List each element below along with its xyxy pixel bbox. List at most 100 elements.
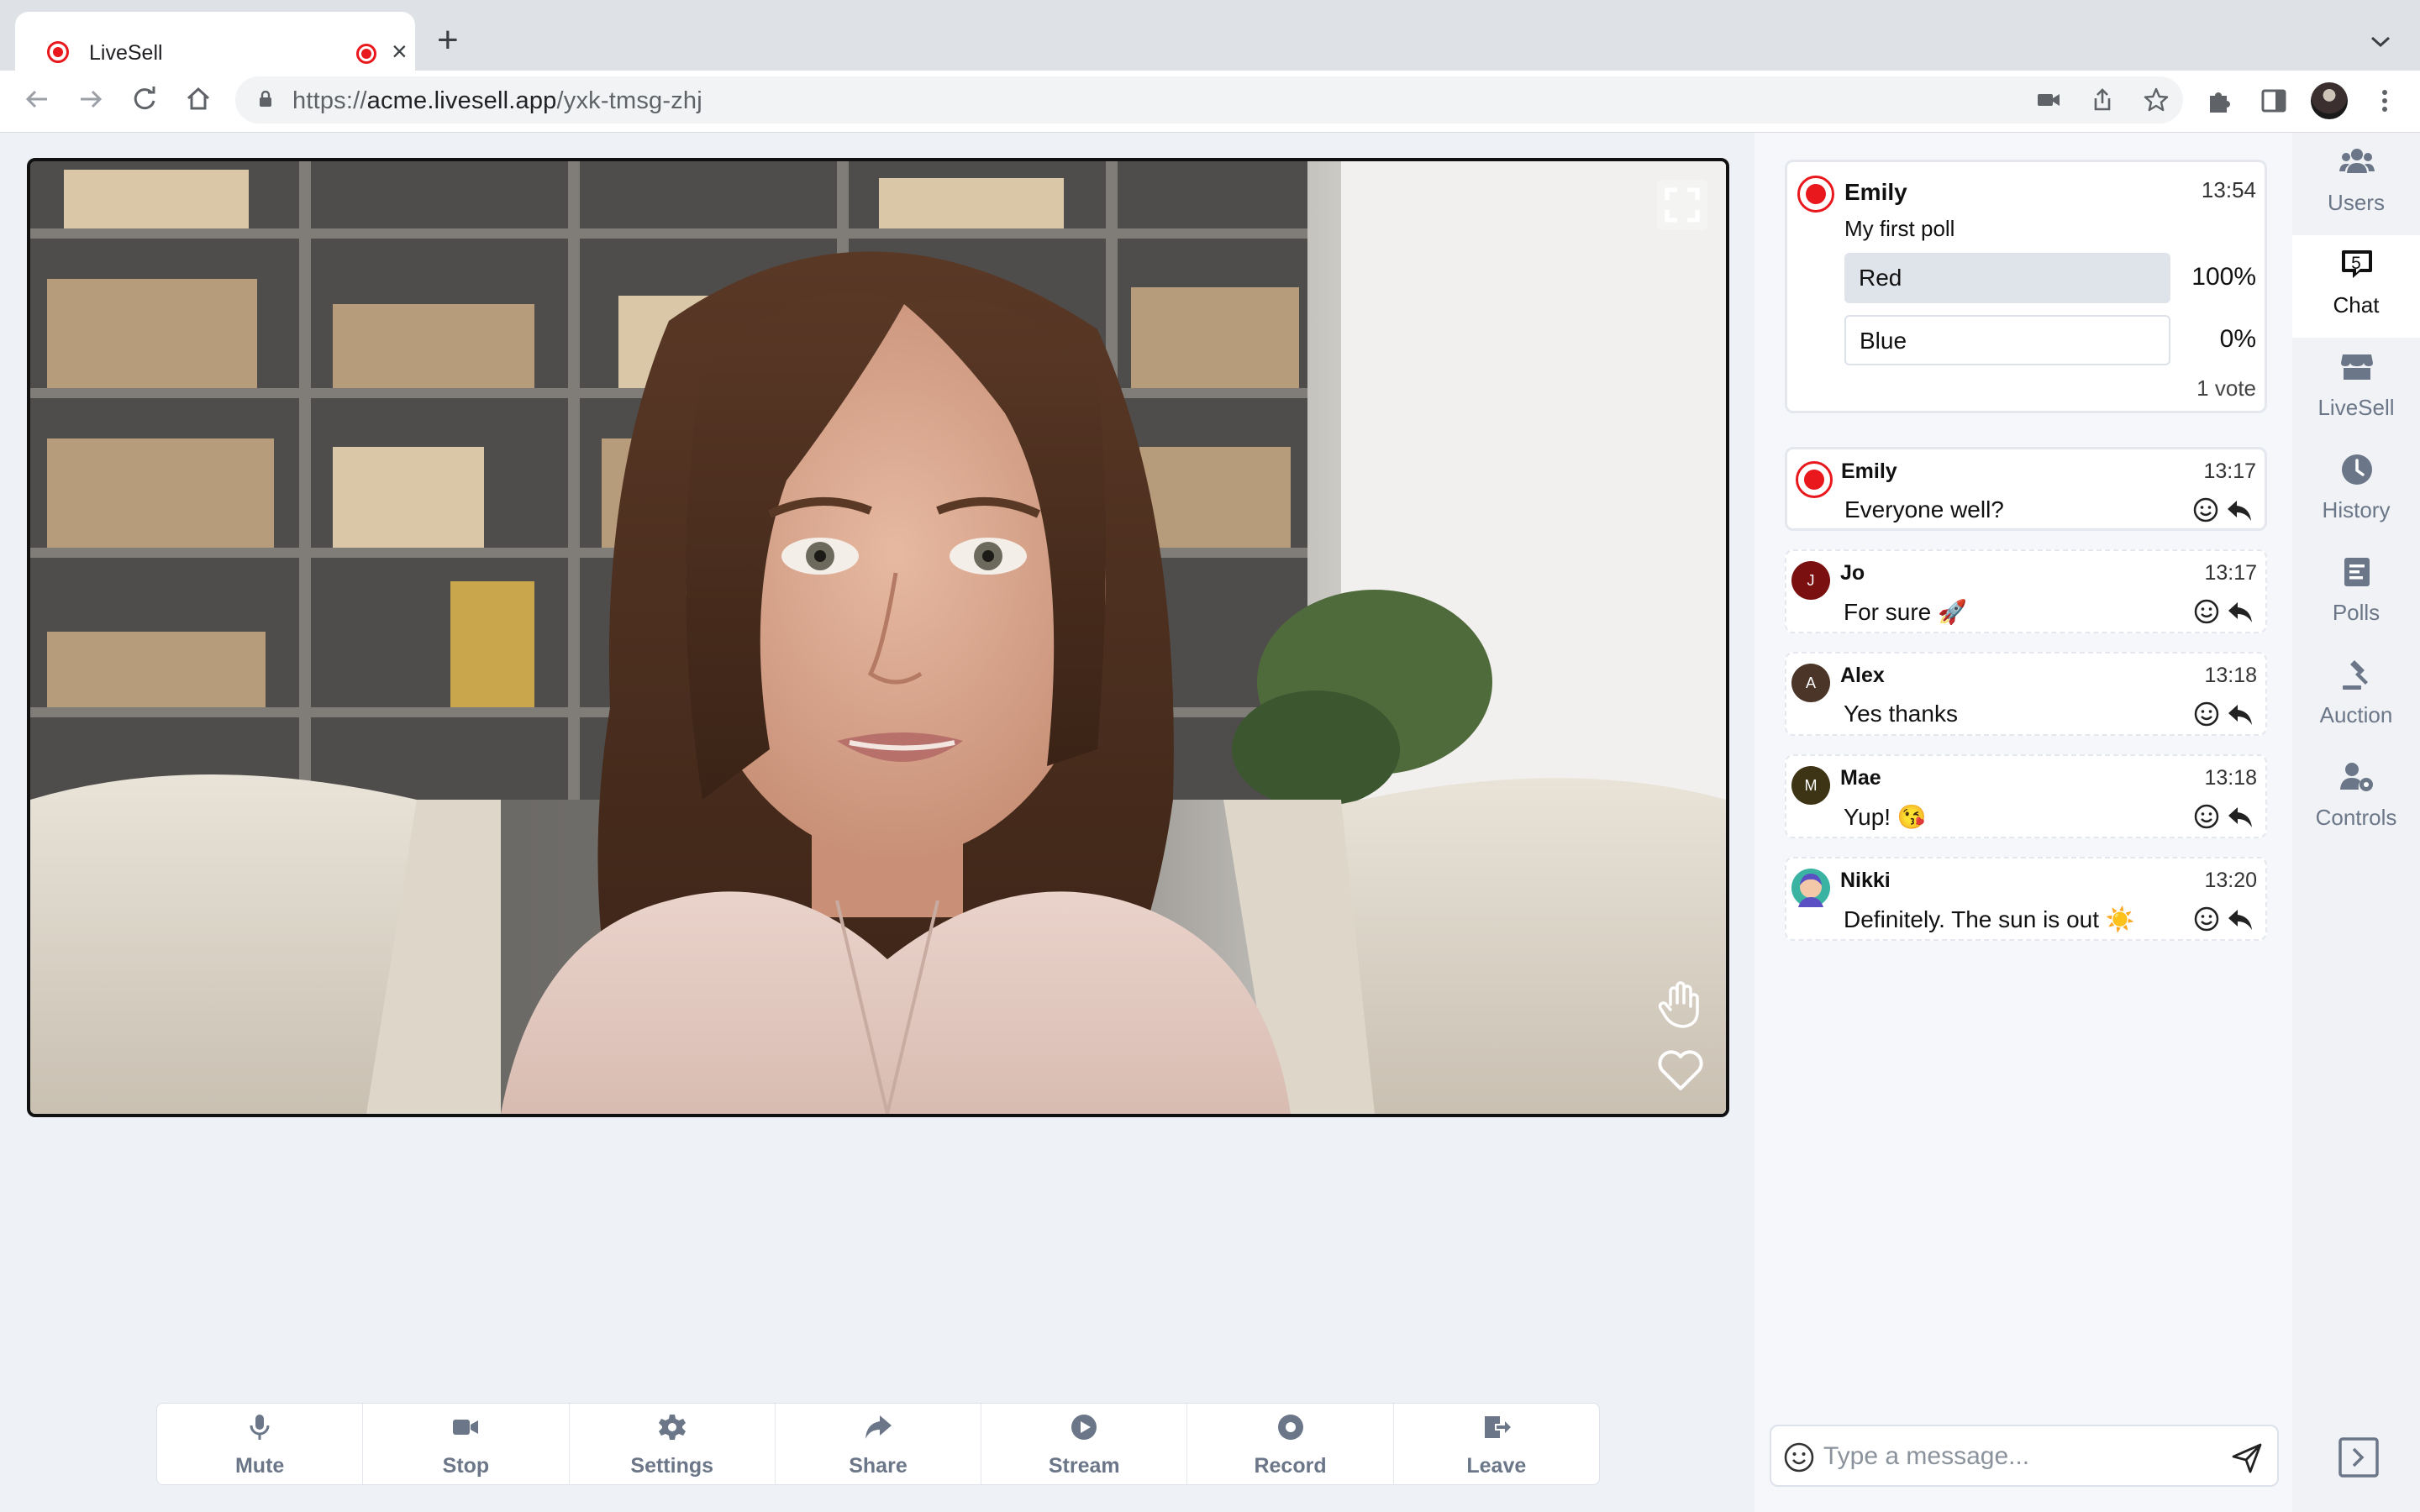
tab-recording-indicator-icon bbox=[356, 44, 376, 64]
forward-arrow-icon[interactable] bbox=[72, 81, 109, 118]
address-bar[interactable]: https://acme.livesell.app/yxk-tmsg-zhj bbox=[235, 76, 2183, 123]
poll-question: My first poll bbox=[1844, 216, 1955, 241]
tab-close-icon[interactable]: × bbox=[392, 37, 408, 66]
host-avatar-record-icon bbox=[1796, 461, 1833, 498]
share-page-icon[interactable] bbox=[2089, 87, 2116, 113]
url-text[interactable]: https://acme.livesell.app/yxk-tmsg-zhj bbox=[292, 87, 702, 115]
leave-button[interactable]: Leave bbox=[1394, 1404, 1599, 1484]
tab-title: LiveSell bbox=[89, 41, 163, 65]
sidebar-label-history: History bbox=[2322, 497, 2391, 522]
message-time: 13:17 bbox=[2203, 459, 2256, 483]
stream-button[interactable]: Stream bbox=[981, 1404, 1188, 1484]
emoji-picker-icon[interactable] bbox=[1783, 1441, 1815, 1473]
host-video-feed[interactable] bbox=[27, 158, 1729, 1117]
send-icon[interactable] bbox=[2230, 1441, 2264, 1475]
reply-icon[interactable] bbox=[2227, 906, 2254, 932]
reply-icon[interactable] bbox=[2227, 804, 2254, 829]
emoji-react-icon[interactable] bbox=[2193, 803, 2220, 830]
sidebar-item-livesell[interactable]: LiveSell bbox=[2292, 338, 2420, 440]
message-username: Alex bbox=[1840, 664, 1885, 687]
profile-avatar[interactable] bbox=[2311, 82, 2348, 119]
emoji-react-icon[interactable] bbox=[2193, 906, 2220, 932]
share-label: Share bbox=[849, 1454, 908, 1478]
back-arrow-icon[interactable] bbox=[18, 81, 55, 118]
lock-icon[interactable] bbox=[259, 91, 272, 108]
reply-icon[interactable] bbox=[2226, 497, 2253, 522]
sidebar-item-users[interactable]: Users bbox=[2292, 133, 2420, 235]
sidebar-item-auction[interactable]: Auction bbox=[2292, 645, 2420, 748]
record-icon bbox=[1277, 1415, 1303, 1440]
message-input[interactable] bbox=[1823, 1438, 2210, 1475]
chat-message: M Mae 13:18 Yup! 😘 bbox=[1785, 754, 2267, 838]
poll-time: 13:54 bbox=[2201, 177, 2256, 202]
reply-icon[interactable] bbox=[2227, 599, 2254, 624]
poll-author: Emily bbox=[1844, 179, 1907, 205]
play-icon bbox=[1071, 1415, 1097, 1440]
message-time: 13:18 bbox=[2204, 664, 2257, 687]
chat-message: A Alex 13:18 Yes thanks bbox=[1785, 652, 2267, 736]
camera-in-use-icon[interactable] bbox=[2035, 87, 2062, 113]
message-text: For sure 🚀 bbox=[1844, 599, 1967, 625]
share-icon bbox=[865, 1415, 892, 1439]
sidebar-label-polls: Polls bbox=[2332, 600, 2381, 625]
message-username: Jo bbox=[1840, 561, 1865, 585]
settings-label: Settings bbox=[630, 1454, 714, 1478]
user-avatar: M bbox=[1791, 766, 1830, 805]
share-button[interactable]: Share bbox=[776, 1404, 982, 1484]
message-time: 13:20 bbox=[2204, 869, 2257, 892]
poll-option-blue[interactable]: Blue bbox=[1844, 315, 2170, 365]
emoji-react-icon[interactable] bbox=[2193, 598, 2220, 625]
raise-hand-icon[interactable] bbox=[1655, 979, 1706, 1030]
user-avatar: J bbox=[1791, 561, 1830, 600]
emoji-react-icon[interactable] bbox=[2192, 496, 2219, 523]
reply-icon[interactable] bbox=[2227, 701, 2254, 727]
leave-label: Leave bbox=[1466, 1454, 1527, 1478]
mic-icon bbox=[250, 1415, 270, 1440]
sidebar-item-history[interactable]: History bbox=[2292, 440, 2420, 543]
message-composer bbox=[1770, 1425, 2279, 1487]
sidebar-item-polls[interactable]: Polls bbox=[2292, 543, 2420, 645]
message-text: Everyone well? bbox=[1844, 496, 2004, 522]
record-button[interactable]: Record bbox=[1187, 1404, 1394, 1484]
fullscreen-icon[interactable] bbox=[1655, 178, 1709, 232]
heart-like-icon[interactable] bbox=[1655, 1047, 1706, 1094]
recording-favicon-icon bbox=[47, 41, 69, 63]
poll-card: Emily 13:54 My first poll Red 100% Blue … bbox=[1785, 160, 2267, 413]
sidebar-item-chat[interactable]: 5 Chat bbox=[2292, 235, 2420, 338]
sidebar-item-controls[interactable]: Controls bbox=[2292, 748, 2420, 850]
message-text: Definitely. The sun is out ☀️ bbox=[1844, 906, 2135, 932]
stream-label: Stream bbox=[1048, 1454, 1120, 1478]
leave-icon bbox=[1484, 1416, 1511, 1438]
video-frame-image bbox=[30, 161, 1726, 1114]
sidebar-label-livesell: LiveSell bbox=[2317, 395, 2395, 420]
reload-icon[interactable] bbox=[126, 81, 163, 118]
record-label: Record bbox=[1254, 1454, 1327, 1478]
poll-option-red[interactable]: Red bbox=[1844, 253, 2170, 303]
app-sidebar: Users 5 Chat LiveSell History Polls Auct… bbox=[2292, 133, 2420, 1512]
sidebar-label-controls: Controls bbox=[2315, 805, 2397, 830]
settings-button[interactable]: Settings bbox=[570, 1404, 776, 1484]
extensions-puzzle-icon[interactable] bbox=[2205, 86, 2235, 116]
stop-video-button[interactable]: Stop bbox=[363, 1404, 570, 1484]
camera-icon bbox=[453, 1420, 479, 1435]
browser-toolbar: https://acme.livesell.app/yxk-tmsg-zhj bbox=[0, 71, 2420, 133]
message-text: Yup! 😘 bbox=[1844, 804, 1927, 830]
browser-tab[interactable]: LiveSell × bbox=[15, 12, 415, 71]
new-tab-button[interactable]: + bbox=[437, 22, 459, 59]
tab-search-chevron-icon[interactable] bbox=[2370, 29, 2391, 55]
message-time: 13:18 bbox=[2204, 766, 2257, 790]
chat-panel: Emily 13:54 My first poll Red 100% Blue … bbox=[1754, 133, 2292, 1512]
poll-icon bbox=[2344, 558, 2370, 586]
emoji-react-icon[interactable] bbox=[2193, 701, 2220, 727]
bookmark-star-icon[interactable] bbox=[2143, 87, 2170, 113]
mute-label: Mute bbox=[234, 1454, 285, 1478]
store-icon bbox=[2341, 354, 2373, 380]
mute-button[interactable]: Mute bbox=[157, 1404, 364, 1484]
home-icon[interactable] bbox=[180, 81, 217, 118]
browser-menu-icon[interactable] bbox=[2370, 86, 2400, 116]
collapse-panel-icon[interactable] bbox=[2338, 1436, 2380, 1478]
host-avatar-record-icon bbox=[1797, 176, 1834, 213]
side-panel-icon[interactable] bbox=[2259, 86, 2289, 116]
message-time: 13:17 bbox=[2204, 561, 2257, 585]
poll-option-blue-percent: 0% bbox=[2219, 325, 2256, 353]
